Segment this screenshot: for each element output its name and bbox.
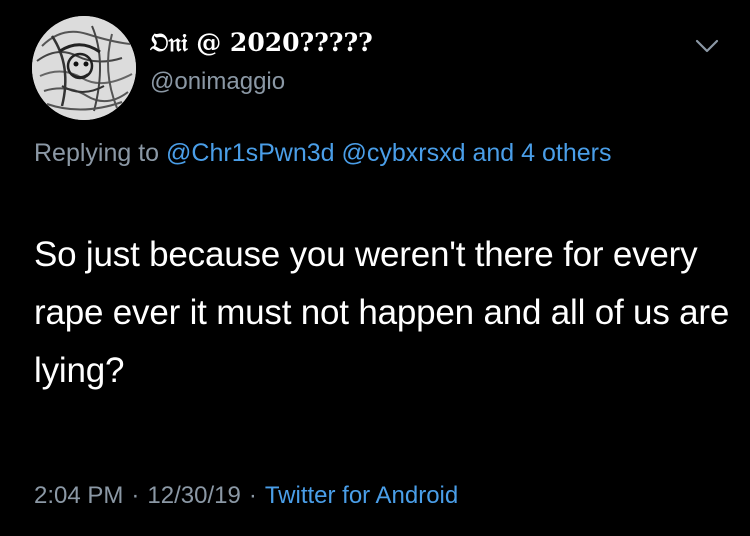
user-handle[interactable]: @onimaggio — [150, 68, 285, 96]
mention-link-chr1spwn3d[interactable]: @Chr1sPwn3d — [166, 139, 335, 167]
avatar[interactable] — [32, 16, 136, 120]
tweet-text: So just because you weren't there for ev… — [34, 235, 730, 390]
others-link[interactable]: 4 others — [521, 139, 611, 167]
replying-to-line: Replying to @Chr1sPwn3d @cybxrsxd and 4 … — [34, 134, 674, 172]
chevron-down-icon[interactable] — [694, 36, 720, 56]
meta-separator: · — [248, 482, 257, 509]
tweet-time[interactable]: 2:04 PM — [34, 482, 123, 509]
meta-separator: · — [131, 482, 140, 509]
replying-prefix: Replying to — [34, 139, 160, 167]
display-name[interactable]: 𝔒𝔫𝔦 @ 2020????? — [150, 28, 373, 58]
tweet-meta: 2:04 PM · 12/30/19 · Twitter for Android — [34, 482, 458, 510]
replying-conjunction[interactable]: and — [472, 139, 514, 167]
tweet-date[interactable]: 12/30/19 — [147, 482, 240, 509]
avatar-illustration — [32, 16, 136, 120]
mention-link-cybxrsxd[interactable]: @cybxrsxd — [342, 139, 466, 167]
tweet-source-link[interactable]: Twitter for Android — [265, 482, 458, 509]
tweet-card: 𝔒𝔫𝔦 @ 2020????? @onimaggio Replying to @… — [0, 0, 750, 536]
